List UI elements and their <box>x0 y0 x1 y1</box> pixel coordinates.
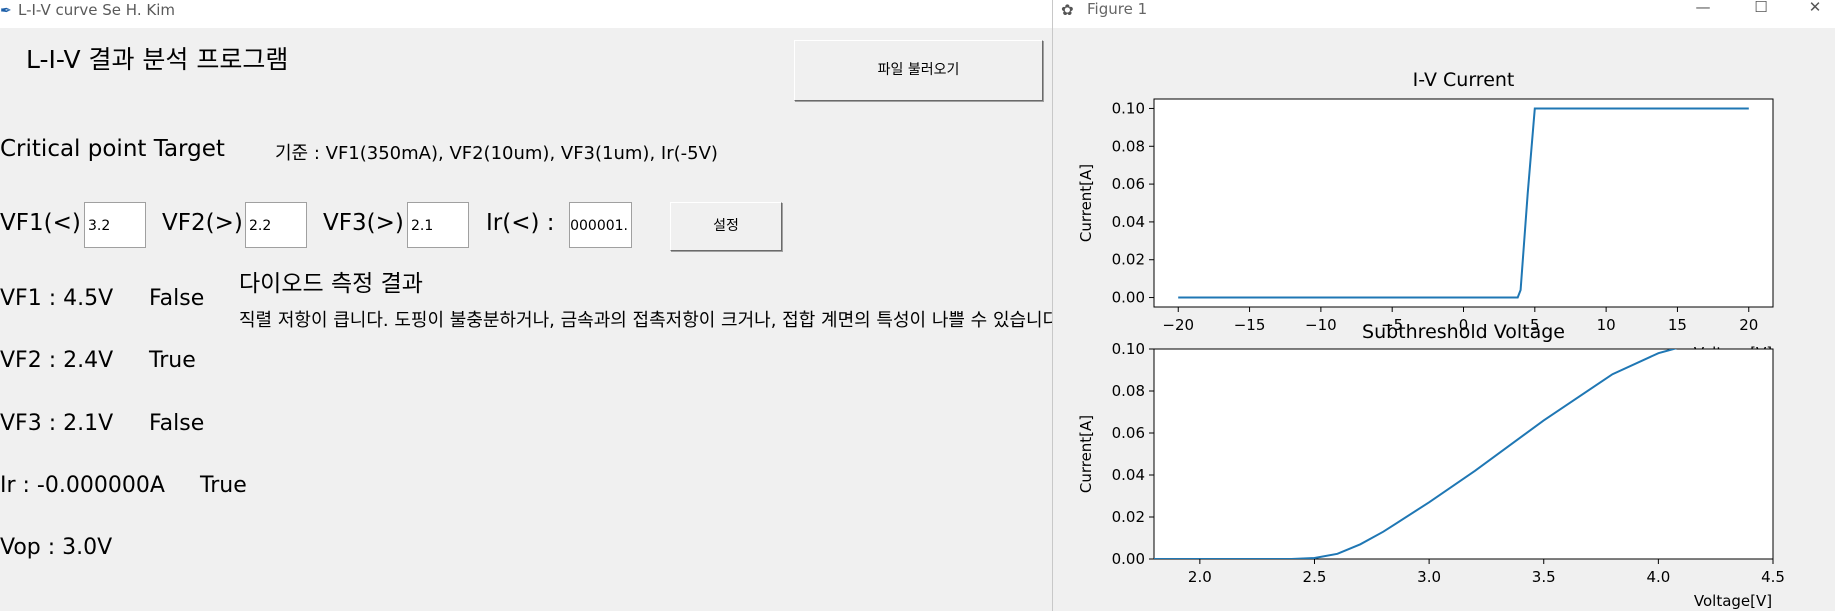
ir-result: Ir : -0.000000A <box>0 473 165 498</box>
y-tick-label: 0.08 <box>1112 137 1145 155</box>
diode-result-text: 직렬 저항이 큽니다. 도핑이 불충분하거나, 금속과의 접촉저항이 크거나, … <box>239 310 1052 331</box>
y-axis-label: Current[A] <box>1077 415 1095 493</box>
app-titlebar[interactable]: ✒ L-I-V curve Se H. Kim <box>0 0 1052 28</box>
vf2-label: VF2(>) <box>162 210 243 236</box>
close-button[interactable]: ✕ <box>1795 0 1835 18</box>
vf3-status: False <box>149 411 205 436</box>
figure-canvas: −20 −15 −10 −5 0 5 10 15 200.000.020.040.060.080… <box>1077 69 1785 610</box>
ir-input[interactable]: .0000001 <box>569 202 632 248</box>
x-tick-label: 10 <box>1597 316 1616 334</box>
vf3-label: VF3(>) <box>323 210 404 236</box>
y-tick-label: 0.00 <box>1112 289 1145 307</box>
y-tick-label: 0.06 <box>1112 175 1145 193</box>
ir-status: True <box>200 473 247 498</box>
vf3-input[interactable]: 2.1 <box>407 202 469 248</box>
vf2-input[interactable]: 2.2 <box>245 202 307 248</box>
x-tick-label: −10 <box>1305 316 1337 334</box>
x-axis-label: Voltage[V] <box>1694 592 1772 610</box>
figure-window: −20 −15 −10 −5 0 5 10 15 20 0.00 0.02 0.04 0.06 0.08 0… <box>1052 0 1835 611</box>
y-tick-label: 0.06 <box>1112 424 1145 442</box>
set-button[interactable]: 설정 <box>670 202 782 251</box>
x-tick-label: 2.0 <box>1188 568 1212 586</box>
x-tick-label: 4.5 <box>1761 568 1785 586</box>
x-tick-label: 4.0 <box>1646 568 1670 586</box>
ir-label: Ir(<) : <box>486 210 555 236</box>
y-tick-label: 0.10 <box>1112 99 1145 117</box>
minimize-button[interactable]: — <box>1683 0 1723 18</box>
x-tick-label: 3.5 <box>1532 568 1556 586</box>
y-tick-label: 0.08 <box>1112 382 1145 400</box>
critical-point-title: Critical point Target <box>0 136 225 162</box>
x-tick-label: 15 <box>1668 316 1687 334</box>
vop-result: Vop : 3.0V <box>0 535 113 560</box>
figure-window-title: Figure 1 <box>1087 0 1148 18</box>
x-tick-label: −20 <box>1162 316 1194 334</box>
vf1-status: False <box>149 286 205 311</box>
y-tick-label: 0.00 <box>1112 550 1145 568</box>
vf2-result: VF2 : 2.4V <box>0 348 114 373</box>
vf2-status: True <box>149 348 196 373</box>
vf1-label: VF1(<) <box>0 210 81 236</box>
y-tick-label: 0.04 <box>1112 213 1145 231</box>
app-window: ✒ L-I-V curve Se H. Kim L-I-V 결과 분석 프로그램… <box>0 0 1052 611</box>
x-tick-label: −15 <box>1234 316 1266 334</box>
plot-axes-1 <box>1153 98 1774 308</box>
x-tick-label: 2.5 <box>1303 568 1327 586</box>
vf3-result: VF3 : 2.1V <box>0 411 114 436</box>
x-tick-label: 20 <box>1739 316 1758 334</box>
x-tick-label: 3.0 <box>1417 568 1441 586</box>
program-title: L-I-V 결과 분석 프로그램 <box>26 45 289 74</box>
load-file-button[interactable]: 파일 불러오기 <box>794 40 1043 101</box>
plot-axes-2 <box>1153 348 1774 560</box>
figure-titlebar[interactable]: ✿ Figure 1 — ☐ ✕ <box>1053 0 1835 28</box>
matplotlib-icon: ✿ <box>1061 1 1074 19</box>
criteria-text: 기준 : VF1(350mA), VF2(10um), VF3(1um), Ir… <box>275 143 718 164</box>
feather-icon: ✒ <box>0 3 12 19</box>
y-tick-label: 0.10 <box>1112 340 1145 358</box>
y-tick-label: 0.02 <box>1112 508 1145 526</box>
y-tick-label: 0.04 <box>1112 466 1145 484</box>
maximize-button[interactable]: ☐ <box>1741 0 1781 18</box>
app-window-title: L-I-V curve Se H. Kim <box>18 1 175 19</box>
chart-title: I-V Current <box>1413 69 1515 91</box>
chart-title: Subthreshold Voltage <box>1362 321 1565 343</box>
vf1-input[interactable]: 3.2 <box>84 202 146 248</box>
y-tick-label: 0.02 <box>1112 251 1145 269</box>
y-axis-label: Current[A] <box>1077 164 1095 242</box>
vf1-result: VF1 : 4.5V <box>0 286 114 311</box>
diode-result-title: 다이오드 측정 결과 <box>239 271 423 297</box>
